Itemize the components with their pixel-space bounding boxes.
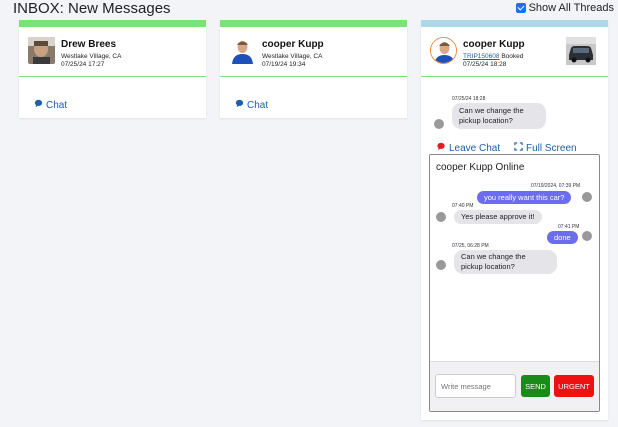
message-outgoing: you really want this car? <box>477 191 572 204</box>
leave-chat-label: Leave Chat <box>449 142 501 154</box>
avatar <box>28 37 55 64</box>
message-timestamp: 07:41 PM <box>558 224 580 230</box>
thread-date: 07/25/24 18:28 <box>463 61 507 68</box>
chat-link[interactable]: Chat <box>34 99 67 111</box>
full-screen-label: Full Screen <box>526 142 577 154</box>
full-screen-button[interactable]: Full Screen <box>514 142 577 154</box>
avatar <box>229 37 256 64</box>
preview-line2: pickup location? <box>459 116 513 125</box>
thread-location: Westlake Village, CA <box>61 53 122 60</box>
thread-card-header: cooper Kupp TRIP150608 Booked 07/25/24 1… <box>421 27 608 77</box>
preview-avatar <box>434 119 444 129</box>
message-avatar <box>436 212 446 222</box>
preview-line1: Can we change the <box>459 106 524 115</box>
preview-timestamp: 07/25/24 18:28 <box>452 96 486 102</box>
chat-label: Chat <box>46 99 68 111</box>
thread-card-header: cooper Kupp Westlake Village, CA 07/19/2… <box>220 27 407 77</box>
chat-bubble-icon <box>235 99 244 111</box>
message-input[interactable] <box>435 374 516 398</box>
checkbox-icon[interactable] <box>515 3 526 13</box>
message-avatar <box>582 192 592 202</box>
chat-composer: SEND URGENT <box>430 361 599 411</box>
thread-card-header: Drew Brees Westlake Village, CA 07/25/24… <box>19 27 206 77</box>
preview-bubble: Can we change the pickup location? <box>452 103 546 129</box>
message-line2: pickup location? <box>461 262 515 271</box>
message-timestamp: 07/25, 06:28 PM <box>452 243 489 249</box>
thread-date: 07/19/24 19:34 <box>262 61 306 68</box>
chat-panel: cooper Kupp Online 07/19/2024, 07:39 PM … <box>429 154 600 412</box>
thread-card-1[interactable]: Drew Brees Westlake Village, CA 07/25/24… <box>19 20 206 118</box>
trip-status: Booked <box>501 53 524 60</box>
chat-label: Chat <box>247 99 269 111</box>
thread-date: 07/25/24 17:27 <box>61 61 105 68</box>
chat-messages: 07/19/2024, 07:39 PM you really want thi… <box>430 180 599 362</box>
send-button[interactable]: SEND <box>521 375 550 397</box>
thread-location: Westlake Village, CA <box>262 53 323 60</box>
message-line1: Can we change the <box>461 252 526 261</box>
leave-chat-button[interactable]: Leave Chat <box>436 142 500 154</box>
show-all-label: Show All Threads <box>528 2 614 14</box>
message-avatar <box>582 231 592 241</box>
thread-name: Drew Brees <box>61 39 117 50</box>
message-incoming: Can we change the pickup location? <box>454 250 557 274</box>
message-incoming: Yes please approve it! <box>454 210 542 224</box>
message-outgoing: done <box>547 231 578 244</box>
page-title: INBOX: New Messages <box>13 0 171 17</box>
message-avatar <box>436 260 446 270</box>
chat-panel-title: cooper Kupp Online <box>436 162 525 173</box>
avatar <box>430 37 457 64</box>
thread-name: cooper Kupp <box>262 39 324 50</box>
message-timestamp: 07/19/2024, 07:39 PM <box>531 183 581 189</box>
thread-card-2[interactable]: cooper Kupp Westlake Village, CA 07/19/2… <box>220 20 407 118</box>
chat-bubble-icon <box>34 99 43 111</box>
fullscreen-icon <box>514 142 523 154</box>
leave-chat-icon <box>436 142 446 154</box>
trip-info: TRIP150608 Booked <box>463 53 523 60</box>
urgent-button[interactable]: URGENT <box>554 375 594 397</box>
message-timestamp: 07:40 PM <box>452 203 474 209</box>
show-all-threads-toggle[interactable]: Show All Threads <box>515 2 614 14</box>
chat-link[interactable]: Chat <box>235 99 268 111</box>
car-image <box>566 37 596 65</box>
trip-link[interactable]: TRIP150608 <box>463 53 500 60</box>
thread-name: cooper Kupp <box>463 39 525 50</box>
